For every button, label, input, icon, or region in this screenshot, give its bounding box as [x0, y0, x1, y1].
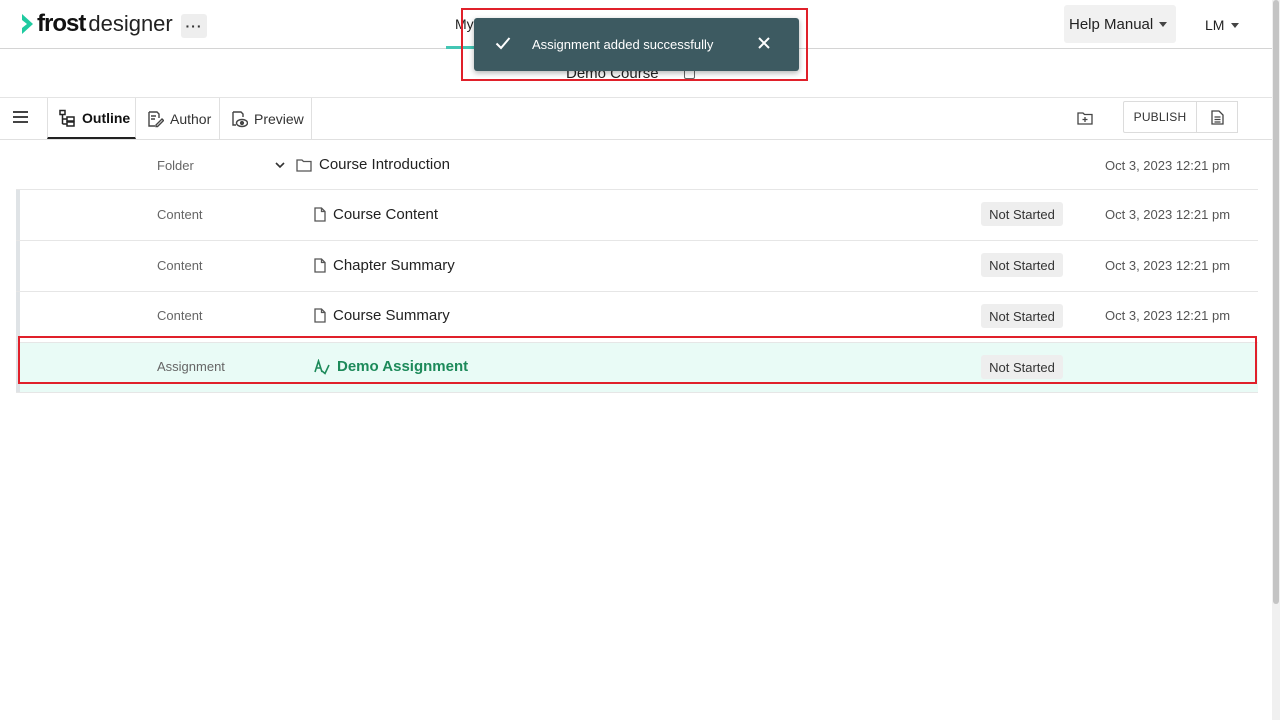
- outline-row-folder[interactable]: Folder Course Introduction Oct 3, 2023 1…: [16, 140, 1258, 190]
- chevron-down-icon: [1159, 21, 1168, 27]
- row-name-label: Course Introduction: [319, 156, 450, 173]
- row-level-indicator: [16, 292, 20, 342]
- author-edit-icon: [148, 110, 164, 127]
- row-level-indicator: [16, 241, 20, 291]
- tab-outline[interactable]: Outline: [47, 98, 136, 139]
- user-menu[interactable]: LM: [1205, 17, 1240, 33]
- row-name-label: Course Content: [333, 206, 439, 223]
- outline-row-content[interactable]: Content Chapter Summary Not Started Oct …: [16, 241, 1258, 292]
- document-icon: [314, 258, 326, 273]
- brand-name-bold: frost: [37, 10, 86, 37]
- user-initials: LM: [1205, 17, 1225, 33]
- row-name-label: Chapter Summary: [333, 257, 455, 274]
- row-name[interactable]: Course Summary: [314, 307, 450, 324]
- status-badge: Not Started: [981, 253, 1063, 277]
- scrollbar-thumb[interactable]: [1273, 0, 1279, 604]
- toast-message: Assignment added successfully: [532, 37, 714, 52]
- tab-author-label: Author: [170, 110, 212, 127]
- chevron-down-icon: [1231, 22, 1240, 28]
- folder-icon: [296, 158, 312, 172]
- row-type: Content: [157, 258, 203, 273]
- status-badge: Not Started: [981, 304, 1063, 328]
- nav-item-partial[interactable]: My: [455, 16, 474, 32]
- page-scrollbar[interactable]: [1272, 0, 1280, 720]
- chevron-down-icon[interactable]: [274, 159, 286, 171]
- outline-row-content[interactable]: Content Course Content Not Started Oct 3…: [16, 190, 1258, 241]
- row-level-indicator: [16, 343, 20, 392]
- help-manual-label: Help Manual: [1069, 15, 1154, 33]
- row-type: Content: [157, 207, 203, 222]
- document-icon: [1210, 109, 1224, 125]
- tab-outline-label: Outline: [82, 109, 131, 126]
- row-date: Oct 3, 2023 12:21 pm: [1105, 258, 1231, 273]
- status-badge: Not Started: [981, 355, 1063, 379]
- row-name[interactable]: Chapter Summary: [314, 257, 455, 274]
- status-badge: Not Started: [981, 202, 1063, 226]
- document-icon: [314, 207, 326, 222]
- row-type: Folder: [157, 158, 194, 173]
- row-name[interactable]: Demo Assignment: [314, 358, 468, 375]
- row-date: Oct 3, 2023 12:21 pm: [1105, 158, 1231, 173]
- row-type: Assignment: [157, 359, 225, 374]
- hamburger-menu-icon[interactable]: [13, 111, 28, 125]
- row-level-indicator: [16, 190, 20, 240]
- help-manual-dropdown[interactable]: Help Manual: [1064, 5, 1176, 43]
- publish-button[interactable]: PUBLISH: [1123, 101, 1197, 133]
- checkmark-icon: [495, 37, 511, 50]
- document-icon: [314, 308, 326, 323]
- row-type: Content: [157, 308, 203, 323]
- outline-row-content[interactable]: Content Course Summary Not Started Oct 3…: [16, 292, 1258, 343]
- document-export-button[interactable]: [1197, 101, 1238, 133]
- outline-tree-icon: [59, 109, 75, 127]
- row-name-label: Demo Assignment: [337, 358, 469, 375]
- brand-name-light: designer: [88, 11, 173, 36]
- assignment-icon: [314, 358, 330, 375]
- outline-row-assignment[interactable]: Assignment Demo Assignment Not Started: [16, 343, 1258, 393]
- tab-author[interactable]: Author: [136, 98, 220, 139]
- close-icon[interactable]: [757, 36, 771, 50]
- tab-preview[interactable]: Preview: [220, 98, 312, 139]
- row-name[interactable]: Course Content: [314, 206, 438, 223]
- preview-eye-icon: [232, 110, 248, 127]
- row-name[interactable]: Course Introduction: [274, 156, 450, 173]
- frost-designer-logo[interactable]: frost designer: [20, 10, 173, 38]
- row-name-label: Course Summary: [333, 307, 450, 324]
- row-date: Oct 3, 2023 12:21 pm: [1105, 207, 1231, 222]
- logo-chevron-icon: [22, 14, 33, 34]
- more-menu-button[interactable]: ···: [181, 14, 207, 38]
- row-date: Oct 3, 2023 12:21 pm: [1105, 308, 1231, 323]
- add-folder-icon[interactable]: [1077, 111, 1093, 125]
- tab-preview-label: Preview: [254, 110, 304, 127]
- editor-toolbar: Outline Author Preview PUBLISH: [0, 98, 1272, 140]
- success-toast: Assignment added successfully: [474, 18, 799, 71]
